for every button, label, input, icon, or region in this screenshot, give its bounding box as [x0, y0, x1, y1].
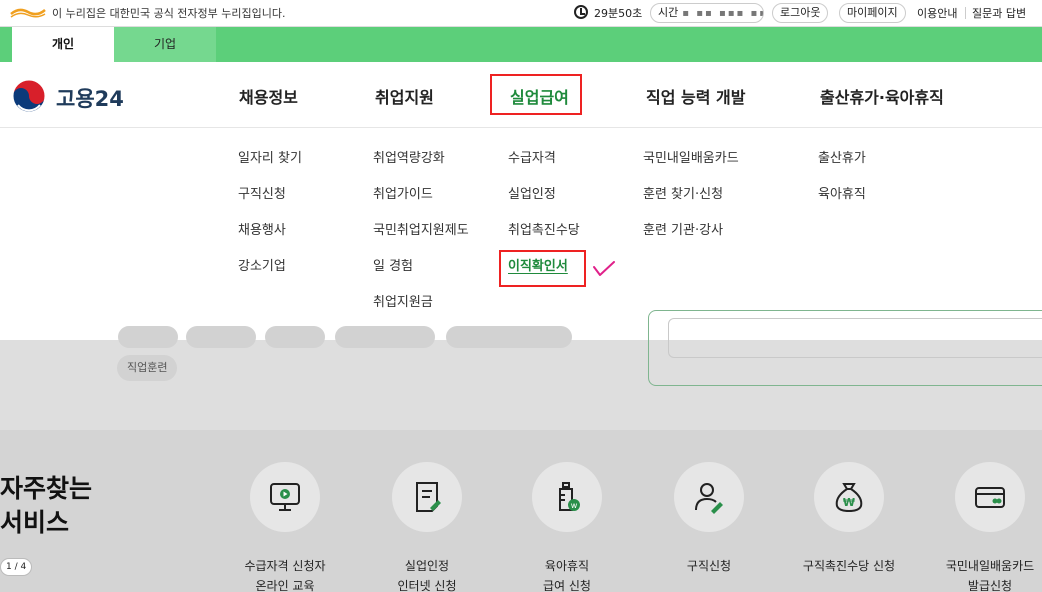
- service-job-seeking-allowance[interactable]: ₩ 구직촉진수당 신청: [784, 462, 914, 576]
- main-header: 고용24 채용정보 취업지원 실업급여 직업 능력 개발 출산휴가·육아휴직: [0, 62, 1042, 128]
- menu-item[interactable]: 취업가이드: [373, 187, 469, 223]
- divider: [965, 7, 966, 19]
- menu-item[interactable]: 실업인정: [508, 187, 580, 223]
- menu-highlight-box: [499, 250, 586, 287]
- services-title: 자주찾는 서비스: [0, 474, 93, 537]
- nav-skill-development[interactable]: 직업 능력 개발: [646, 84, 745, 108]
- menu-col-employment-support: 취업역량강화 취업가이드 국민취업지원제도 일 경험 취업지원금: [373, 151, 469, 331]
- monitor-play-icon: [270, 483, 300, 511]
- brand-name: 고용24: [56, 87, 124, 111]
- government-banner-text: 이 누리집은 대한민국 공식 전자정부 누리집입니다.: [52, 7, 286, 20]
- svg-text:w: w: [571, 501, 578, 510]
- menu-item[interactable]: 강소기업: [238, 259, 302, 295]
- tab-personal[interactable]: 개인: [12, 27, 114, 62]
- nav-job-info[interactable]: 채용정보: [239, 84, 298, 108]
- obscured-text-icon: ▪ ▪▪ ▪▪▪ ▪▪: [682, 8, 764, 19]
- mega-menu: 일자리 찾기 구직신청 채용행사 강소기업 취업역량강화 취업가이드 국민취업지…: [0, 128, 1042, 340]
- menu-item[interactable]: 일 경험: [373, 259, 469, 295]
- card-icon: [975, 487, 1005, 508]
- keyword-chip: [446, 326, 572, 348]
- menu-col-maternity: 출산휴가 육아휴직: [818, 151, 866, 223]
- service-job-registration[interactable]: 구직신청: [644, 462, 774, 576]
- menu-item[interactable]: 취업역량강화: [373, 151, 469, 187]
- svg-text:₩: ₩: [843, 496, 855, 509]
- keyword-chip: [265, 326, 325, 348]
- extend-time-button[interactable]: 시간 ▪ ▪▪ ▪▪▪ ▪▪: [650, 3, 764, 23]
- menu-item[interactable]: 훈련 찾기·신청: [643, 187, 739, 223]
- search-card-input: [668, 318, 1042, 358]
- taegeuk-logo-icon: [12, 79, 46, 113]
- session-timer: 29분50초: [594, 7, 643, 20]
- menu-item[interactable]: 구직신청: [238, 187, 302, 223]
- tab-company[interactable]: 기업: [114, 27, 216, 62]
- menu-item[interactable]: 국민취업지원제도: [373, 223, 469, 259]
- nav-employment-support[interactable]: 취업지원: [375, 84, 434, 108]
- keyword-chip: [118, 326, 178, 348]
- menu-item[interactable]: 육아휴직: [818, 187, 866, 223]
- menu-item[interactable]: 훈련 기관·강사: [643, 223, 739, 259]
- clock-icon: [574, 5, 588, 19]
- checkmark-annotation-icon: [593, 261, 615, 276]
- service-online-education[interactable]: 수급자격 신청자 온라인 교육: [220, 462, 350, 592]
- government-logo-icon: [10, 8, 46, 18]
- document-edit-icon: [416, 482, 441, 512]
- service-childcare-benefit[interactable]: w 육아휴직 급여 신청: [502, 462, 632, 592]
- service-learning-card[interactable]: 국민내일배움카드 발급신청: [925, 462, 1042, 592]
- menu-item[interactable]: 국민내일배움카드: [643, 151, 739, 187]
- logout-button[interactable]: 로그아웃: [772, 3, 829, 23]
- baby-bottle-icon: w: [559, 482, 580, 511]
- menu-item[interactable]: 출산휴가: [818, 151, 866, 187]
- carousel-pager: 1 / 4: [0, 558, 33, 576]
- menu-item[interactable]: 일자리 찾기: [238, 151, 302, 187]
- mypage-button[interactable]: 마이페이지: [839, 3, 906, 23]
- guide-link[interactable]: 이용안내: [917, 5, 957, 21]
- government-banner: 이 누리집은 대한민국 공식 전자정부 누리집입니다. 29분50초 시간 ▪ ▪…: [0, 0, 1042, 27]
- user-type-tabs: 개인 기업: [0, 27, 1042, 62]
- user-edit-icon: [695, 483, 723, 514]
- menu-item[interactable]: 수급자격: [508, 151, 580, 187]
- keyword-chip-training[interactable]: 직업훈련: [117, 355, 178, 381]
- service-unemployment-recognition[interactable]: 실업인정 인터넷 신청: [362, 462, 492, 592]
- qa-link[interactable]: 질문과 답변: [972, 5, 1026, 21]
- menu-col-skill-development: 국민내일배움카드 훈련 찾기·신청 훈련 기관·강사: [643, 151, 739, 259]
- menu-item[interactable]: 채용행사: [238, 223, 302, 259]
- nav-maternity-childcare[interactable]: 출산휴가·육아휴직: [820, 84, 944, 108]
- keyword-chip: [335, 326, 435, 348]
- nav-highlight-box: [490, 74, 582, 115]
- menu-col-job-info: 일자리 찾기 구직신청 채용행사 강소기업: [238, 151, 302, 295]
- money-bag-icon: ₩: [835, 483, 863, 513]
- keyword-chip: [186, 326, 256, 348]
